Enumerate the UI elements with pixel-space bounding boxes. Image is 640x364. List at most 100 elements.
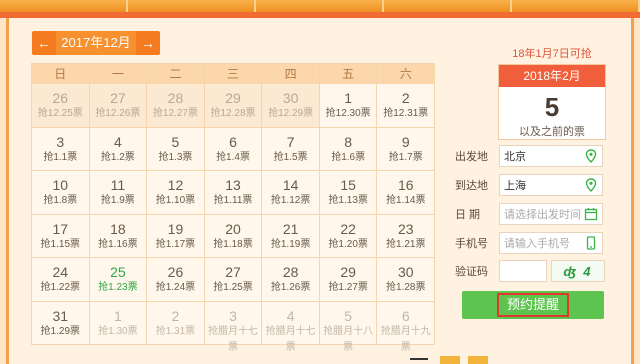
day-number: 9 [401, 133, 410, 150]
ticket-note: 抢1.3票 [158, 151, 193, 163]
calendar-day-cell[interactable]: 23 抢1.21票 [377, 214, 436, 258]
ticket-note: 抢12.27票 [152, 108, 198, 119]
calendar-day-cell[interactable]: 5 抢1.3票 [147, 127, 205, 171]
calendar-day-cell[interactable]: 18 抢1.16票 [89, 214, 148, 258]
calendar-day-cell: 27 抢12.26票 [89, 84, 148, 128]
calendar-day-cell[interactable]: 14 抢1.12票 [262, 171, 320, 215]
calendar-day-cell[interactable]: 1 抢12.30票 [319, 84, 378, 128]
calendar-day-cell[interactable]: 1 抢1.30票 [89, 301, 148, 345]
day-number: 8 [344, 133, 353, 150]
calendar-day-cell[interactable]: 25 抢1.23票 [89, 258, 148, 302]
ticket-note: 抢1.22票 [40, 282, 81, 293]
ticket-note: 抢12.26票 [95, 108, 141, 119]
bottom-decoration [440, 356, 460, 364]
calendar-day-cell[interactable]: 6 抢腊月十九票 [377, 301, 436, 353]
calendar-day-cell[interactable]: 16 抢1.14票 [377, 171, 436, 215]
day-number: 6 [401, 307, 410, 324]
month-label: 2017年12月 [56, 31, 136, 55]
location-pin-icon [585, 149, 597, 163]
calendar-day-cell[interactable]: 26 抢1.24票 [147, 258, 205, 302]
prev-month-button[interactable]: ← [32, 31, 56, 55]
day-number: 6 [229, 133, 237, 150]
calendar-day-cell[interactable]: 20 抢1.18票 [204, 214, 263, 258]
day-number: 7 [286, 133, 295, 150]
weekday-label: 三 [204, 64, 263, 84]
day-number: 20 [225, 220, 241, 237]
card-title: 2018年2月 [499, 65, 605, 87]
calendar-day-cell[interactable]: 29 抢1.27票 [319, 258, 378, 302]
weekday-label: 四 [262, 64, 320, 84]
calendar-day-cell[interactable]: 24 抢1.22票 [32, 258, 90, 302]
next-month-button[interactable]: → [136, 31, 160, 55]
calendar-day-cell[interactable]: 2 抢12.31票 [377, 84, 436, 128]
day-number: 31 [52, 307, 69, 324]
ticket-note: 抢1.7票 [388, 151, 423, 163]
day-number: 21 [282, 220, 299, 237]
phone-field[interactable]: 请输入手机号 [499, 232, 603, 254]
day-number: 2 [171, 307, 180, 324]
calendar-day-cell[interactable]: 5 抢腊月十八票 [319, 301, 378, 353]
ticket-note: 抢1.19票 [270, 238, 311, 250]
ticket-note: 抢1.28票 [386, 282, 426, 293]
calendar-day-cell[interactable]: 28 抢1.26票 [262, 258, 320, 302]
day-number: 5 [344, 307, 353, 324]
calendar-day-cell[interactable]: 17 抢1.15票 [32, 214, 90, 258]
calendar-week-row: 3 抢1.1票 4 抢1.2票 5 抢1.3票 6 抢1.4票 7 抢1.5票 8 抢1.6票 9 抢1.… [32, 127, 436, 171]
ticket-note: 抢1.13票 [328, 195, 368, 206]
mobile-phone-icon [586, 236, 596, 250]
calendar-day-cell[interactable]: 8 抢1.6票 [319, 127, 378, 171]
calendar-day-cell[interactable]: 3 抢腊月十七票 [204, 301, 263, 353]
date-field[interactable]: 请选择出发时间 [499, 203, 603, 225]
ticket-note: 抢1.17票 [155, 238, 196, 250]
ticket-note: 抢腊月十七票 [265, 325, 316, 353]
calendar-day-cell[interactable]: 21 抢1.19票 [262, 214, 320, 258]
day-number: 30 [282, 90, 299, 106]
calendar-day-cell[interactable]: 19 抢1.17票 [147, 214, 205, 258]
calendar-day-cell[interactable]: 22 抢1.20票 [319, 214, 378, 258]
calendar-day-cell[interactable]: 13 抢1.11票 [204, 171, 263, 215]
day-number: 15 [340, 177, 356, 193]
ticket-note: 抢1.8票 [43, 195, 78, 206]
to-field[interactable]: 上海 [499, 174, 603, 196]
calendar-icon [584, 208, 598, 221]
ticket-note: 抢1.1票 [43, 151, 78, 163]
calendar-day-cell[interactable]: 4 抢1.2票 [89, 127, 148, 171]
calendar-day-cell[interactable]: 12 抢1.10票 [147, 171, 205, 215]
ticket-note: 抢1.23票 [98, 282, 138, 293]
calendar-day-cell[interactable]: 7 抢1.5票 [262, 127, 320, 171]
calendar-day-cell[interactable]: 4 抢腊月十七票 [262, 301, 320, 353]
from-value: 北京 [504, 151, 526, 163]
captcha-image[interactable]: ʤ 4 [551, 260, 605, 282]
bottom-divider [410, 358, 428, 360]
calendar-day-cell[interactable]: 6 抢1.4票 [204, 127, 263, 171]
ticket-note: 抢1.9票 [100, 195, 135, 206]
ticket-note: 抢1.24票 [155, 282, 196, 293]
day-number: 29 [225, 90, 241, 106]
calendar-day-cell[interactable]: 3 抢1.1票 [32, 127, 90, 171]
calendar-day-cell[interactable]: 15 抢1.13票 [319, 171, 378, 215]
arrow-left-icon: ← [37, 35, 51, 51]
calendar-day-cell[interactable]: 11 抢1.9票 [89, 171, 148, 215]
calendar-day-cell[interactable]: 9 抢1.7票 [377, 127, 436, 171]
weekday-label: 一 [89, 64, 148, 84]
calendar-day-cell[interactable]: 27 抢1.25票 [204, 258, 263, 302]
calendar-day-cell: 29 抢12.28票 [204, 84, 263, 128]
ticket-note: 抢1.16票 [98, 238, 138, 250]
calendar-week-row: 24 抢1.22票 25 抢1.23票 26 抢1.24票 27 抢1.25票 28 抢1.26票… [32, 258, 436, 302]
calendar-day-cell[interactable]: 31 抢1.29票 [32, 301, 90, 345]
captcha-row: 验证码 ʤ 4 [455, 260, 605, 282]
calendar-day-cell[interactable]: 10 抢1.8票 [32, 171, 90, 215]
from-field[interactable]: 北京 [499, 145, 603, 167]
calendar-day-cell[interactable]: 30 抢1.28票 [377, 258, 436, 302]
day-number: 4 [113, 133, 122, 150]
ticket-note: 抢12.29票 [268, 108, 314, 119]
phone-row: 手机号 请输入手机号 [455, 232, 605, 254]
calendar-day-cell[interactable]: 2 抢1.31票 [147, 301, 205, 345]
reminder-submit-button[interactable]: 预约提醒 [462, 291, 604, 319]
day-number: 25 [110, 264, 126, 280]
captcha-input[interactable] [499, 260, 547, 282]
location-pin-icon [585, 178, 597, 192]
day-number: 28 [282, 264, 299, 280]
day-number: 1 [344, 90, 353, 106]
day-number: 17 [52, 220, 69, 237]
